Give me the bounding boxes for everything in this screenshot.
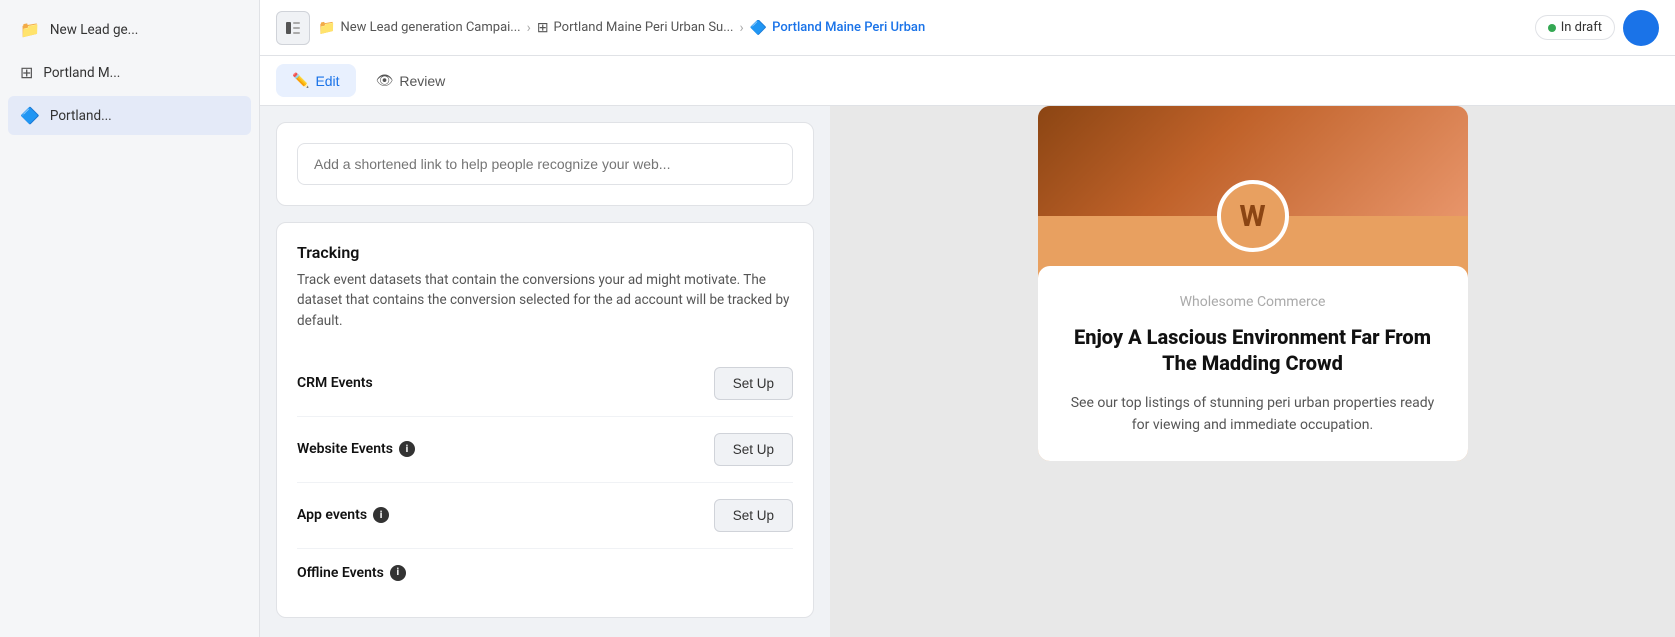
tracking-row-1: Website Eventsi Set Up (297, 416, 793, 482)
tracking-row-label-1: Website Eventsi (297, 441, 415, 457)
info-icon-3[interactable]: i (390, 565, 406, 581)
ad-company: Wholesome Commerce (1062, 294, 1444, 310)
sidebar-item-label-campaign: New Lead ge... (50, 22, 217, 38)
breadcrumb-icon-1: ⊞ (537, 20, 549, 36)
ad-header-background: W (1038, 106, 1468, 216)
form-panel: Tracking Track event datasets that conta… (260, 106, 830, 637)
tab-edit[interactable]: ✏️ Edit (276, 64, 356, 97)
tabbar: ✏️ Edit 👁 Review (260, 56, 1675, 106)
sidebar-item-icon-ad: 🔷 (20, 106, 40, 125)
breadcrumb-icon-0: 📁 (318, 20, 335, 36)
sidebar-item-icon-adset: ⊞ (20, 63, 33, 82)
breadcrumb-item-0[interactable]: 📁New Lead generation Campai... (318, 20, 521, 36)
breadcrumb-separator-0: › (527, 20, 531, 36)
breadcrumb-item-1[interactable]: ⊞Portland Maine Peri Urban Su... (537, 20, 734, 36)
tracking-title: Tracking (297, 243, 793, 262)
setup-button-0[interactable]: Set Up (714, 367, 793, 400)
tab-icon-review: 👁 (376, 72, 394, 89)
sidebar-item-label-adset: Portland M... (43, 65, 216, 81)
status-badge: In draft (1535, 15, 1615, 40)
sidebar-item-campaign[interactable]: 📁 New Lead ge... ··· (8, 10, 251, 49)
breadcrumb-separator-1: › (739, 20, 743, 36)
tab-review[interactable]: 👁 Review (360, 64, 462, 97)
breadcrumb: 📁New Lead generation Campai... › ⊞Portland… (318, 20, 1519, 36)
breadcrumb-icon-2: 🔷 (750, 20, 767, 36)
tracking-row-2: App eventsi Set Up (297, 482, 793, 548)
sidebar-toggle-button[interactable] (276, 11, 310, 45)
ad-headline: Enjoy A Lascious Environment Far From Th… (1062, 324, 1444, 376)
sidebar-item-ad[interactable]: 🔷 Portland... ··· (8, 96, 251, 135)
info-icon-2[interactable]: i (373, 507, 389, 523)
topbar: 📁New Lead generation Campai... › ⊞Portland… (260, 0, 1675, 56)
setup-button-2[interactable]: Set Up (714, 499, 793, 532)
tracking-row-3: Offline Eventsi (297, 548, 793, 597)
sidebar-item-icon-campaign: 📁 (20, 20, 40, 39)
shortened-link-card (276, 122, 814, 206)
tracking-card: Tracking Track event datasets that conta… (276, 222, 814, 618)
toggle-button[interactable] (1623, 10, 1659, 46)
status-label: In draft (1561, 20, 1602, 35)
sidebar-item-label-ad: Portland... (50, 108, 217, 124)
ad-body: Wholesome Commerce Enjoy A Lascious Envi… (1038, 266, 1468, 461)
tab-label-edit: Edit (315, 73, 339, 89)
info-icon-1[interactable]: i (399, 441, 415, 457)
tracking-row-0: CRM Events Set Up (297, 351, 793, 416)
tracking-row-label-3: Offline Eventsi (297, 565, 406, 581)
sidebar: 📁 New Lead ge... ··· ⊞ Portland M... ···… (0, 0, 260, 637)
tracking-description: Track event datasets that contain the co… (297, 270, 793, 331)
tracking-row-label-0: CRM Events (297, 375, 373, 391)
breadcrumb-item-2[interactable]: 🔷Portland Maine Peri Urban (750, 20, 925, 36)
ad-preview: W Wholesome Commerce Enjoy A Lascious En… (1038, 106, 1468, 461)
tracking-row-label-2: App eventsi (297, 507, 389, 523)
preview-panel: W Wholesome Commerce Enjoy A Lascious En… (830, 106, 1675, 637)
main-area: 📁New Lead generation Campai... › ⊞Portland… (260, 0, 1675, 637)
avatar: W (1217, 180, 1289, 252)
sidebar-item-adset[interactable]: ⊞ Portland M... ··· (8, 53, 251, 92)
ad-description: See our top listings of stunning peri ur… (1062, 392, 1444, 437)
status-dot (1548, 24, 1556, 32)
content-area: Tracking Track event datasets that conta… (260, 106, 1675, 637)
setup-button-1[interactable]: Set Up (714, 433, 793, 466)
shortened-link-input[interactable] (297, 143, 793, 185)
tab-icon-edit: ✏️ (292, 72, 309, 89)
tab-label-review: Review (399, 73, 445, 89)
